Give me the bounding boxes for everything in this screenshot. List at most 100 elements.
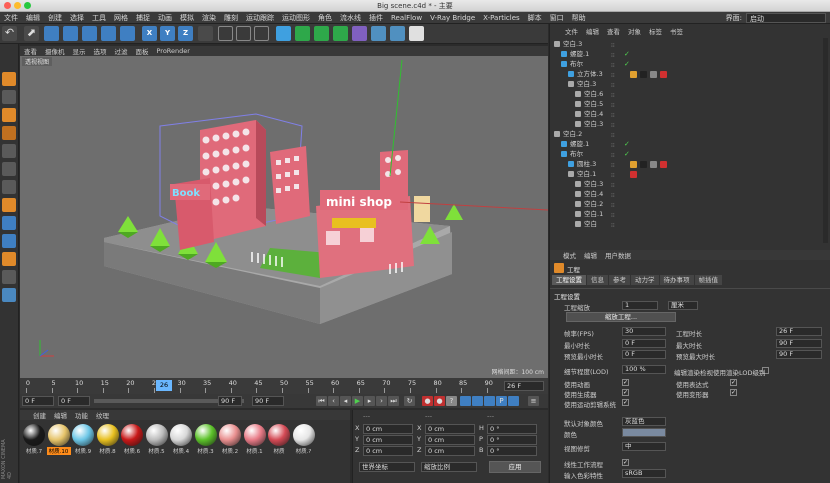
apply-button[interactable]: 应用 bbox=[489, 461, 541, 473]
key-rotation-icon[interactable] bbox=[484, 396, 495, 406]
attribute-menu-item[interactable]: 模式 bbox=[560, 250, 579, 260]
key-param-icon[interactable]: P bbox=[496, 396, 507, 406]
coord-value-field[interactable]: 0 cm bbox=[363, 435, 413, 445]
workplane-icon[interactable] bbox=[2, 126, 16, 140]
attribute-field[interactable]: 30 bbox=[622, 327, 666, 336]
menu-item[interactable]: RealFlow bbox=[387, 14, 426, 22]
visibility-dots[interactable]: ⁝⁝ bbox=[611, 131, 620, 139]
menu-item[interactable]: 创建 bbox=[44, 13, 66, 23]
coord-value-field[interactable]: 0 ° bbox=[487, 446, 537, 456]
sculpt-icon[interactable] bbox=[2, 288, 16, 302]
checkbox[interactable]: ✓ bbox=[730, 379, 737, 386]
attribute-menu-item[interactable]: 用户数据 bbox=[602, 250, 634, 260]
start-frame-field[interactable]: 0 F bbox=[22, 396, 54, 406]
attribute-tab[interactable]: 参考 bbox=[609, 275, 630, 285]
menu-item[interactable]: 流水线 bbox=[336, 13, 365, 23]
prev-frame-icon[interactable]: ◂ bbox=[340, 396, 351, 406]
enabled-check-icon[interactable]: ✓ bbox=[624, 140, 630, 149]
material-menu-item[interactable]: 功能 bbox=[72, 410, 91, 420]
object-menu-item[interactable]: 文件 bbox=[562, 26, 581, 36]
loop-icon[interactable]: ↻ bbox=[404, 396, 415, 406]
object-row[interactable]: 空白.2 ⁝⁝ bbox=[550, 200, 830, 209]
select-cursor-icon[interactable]: ⬈ bbox=[24, 26, 39, 41]
enabled-check-icon[interactable]: ✓ bbox=[624, 150, 630, 159]
coord-scale-dropdown[interactable]: 缩放比例 bbox=[421, 462, 477, 472]
viewport-menu-item[interactable]: 面板 bbox=[132, 46, 153, 56]
texture-mode-icon[interactable] bbox=[2, 108, 16, 122]
project-scale-field[interactable]: 1 bbox=[622, 301, 658, 310]
visibility-dots[interactable]: ⁝⁝ bbox=[611, 61, 620, 69]
material-swatch[interactable]: 材质 bbox=[267, 424, 291, 455]
coord-value-field[interactable]: 0 cm bbox=[425, 424, 475, 434]
menu-item[interactable]: 插件 bbox=[365, 13, 387, 23]
menu-item[interactable]: 运动跟踪 bbox=[242, 13, 278, 23]
object-row[interactable]: 螺旋.1 ⁝⁝ ✓ bbox=[550, 50, 830, 59]
camera-icon[interactable] bbox=[390, 26, 405, 41]
menu-item[interactable]: 工具 bbox=[88, 13, 110, 23]
material-swatch[interactable]: 材质.1 bbox=[243, 424, 267, 455]
checkbox[interactable]: ✓ bbox=[730, 389, 737, 396]
object-row[interactable]: 空白 ⁝⁝ bbox=[550, 220, 830, 229]
menu-item[interactable]: 窗口 bbox=[546, 13, 568, 23]
object-row[interactable]: 空白.4 ⁝⁝ bbox=[550, 110, 830, 119]
attribute-field[interactable]: 26 F bbox=[776, 327, 822, 336]
key-pla-icon[interactable] bbox=[508, 396, 519, 406]
timeline-current-frame[interactable]: 26 bbox=[156, 380, 172, 391]
attribute-tab[interactable]: 工程设置 bbox=[552, 275, 586, 285]
y-axis-icon[interactable]: Y bbox=[160, 26, 175, 41]
object-row[interactable]: 布尔 ⁝⁝ ✓ bbox=[550, 150, 830, 159]
tag-icon[interactable] bbox=[640, 161, 647, 168]
object-row[interactable]: 立方体.3 ⁝⁝ bbox=[550, 70, 830, 79]
preview-start-field[interactable]: 0 F bbox=[58, 396, 90, 406]
viewport-menu-item[interactable]: 显示 bbox=[69, 46, 90, 56]
object-row[interactable]: 布尔 ⁝⁝ ✓ bbox=[550, 60, 830, 69]
visibility-dots[interactable]: ⁝⁝ bbox=[611, 221, 620, 229]
undo-icon[interactable]: ↶ bbox=[2, 26, 17, 41]
material-swatch[interactable]: 材质.7 bbox=[22, 424, 46, 455]
array-icon[interactable] bbox=[333, 26, 348, 41]
attribute-tab[interactable]: 待办事项 bbox=[659, 275, 694, 285]
scale-tool-icon[interactable] bbox=[82, 26, 97, 41]
tag-icon[interactable] bbox=[630, 161, 637, 168]
menu-item[interactable]: 脚本 bbox=[524, 13, 546, 23]
checkbox[interactable]: ✓ bbox=[622, 389, 629, 396]
menu-item[interactable]: 捕捉 bbox=[132, 13, 154, 23]
tag-icon[interactable] bbox=[660, 161, 667, 168]
coordinate-system-icon[interactable] bbox=[198, 26, 213, 41]
view-clip-dropdown[interactable]: 中 bbox=[622, 442, 666, 451]
visibility-dots[interactable]: ⁝⁝ bbox=[611, 41, 620, 49]
linear-workflow-checkbox[interactable]: ✓ bbox=[622, 459, 629, 466]
auto-key-icon[interactable]: ● bbox=[434, 396, 445, 406]
visibility-dots[interactable]: ⁝⁝ bbox=[611, 211, 620, 219]
move-tool-icon[interactable] bbox=[63, 26, 78, 41]
material-swatch[interactable]: 材质.? bbox=[292, 424, 316, 455]
attribute-field[interactable]: 0 F bbox=[622, 339, 666, 348]
visibility-dots[interactable]: ⁝⁝ bbox=[611, 181, 620, 189]
visibility-dots[interactable]: ⁝⁝ bbox=[611, 201, 620, 209]
material-swatch[interactable]: 材质.10 bbox=[46, 424, 71, 455]
material-swatch[interactable]: 材质.5 bbox=[145, 424, 169, 455]
checkbox[interactable]: ✓ bbox=[622, 399, 629, 406]
current-frame-field[interactable]: 26 F bbox=[504, 381, 544, 391]
material-menu-item[interactable]: 纹理 bbox=[93, 410, 112, 420]
attribute-field[interactable]: 100 % bbox=[622, 365, 666, 374]
points-mode-icon[interactable] bbox=[2, 144, 16, 158]
visibility-dots[interactable]: ⁝⁝ bbox=[611, 51, 620, 59]
visibility-dots[interactable]: ⁝⁝ bbox=[611, 191, 620, 199]
tag-icon[interactable] bbox=[650, 161, 657, 168]
material-menu-item[interactable]: 编辑 bbox=[51, 410, 70, 420]
timeline-ruler[interactable]: 051015202530354045505560657075808590 bbox=[20, 378, 548, 394]
timeline[interactable]: 051015202530354045505560657075808590 26 … bbox=[20, 378, 548, 394]
color-swatch[interactable] bbox=[622, 428, 666, 437]
coord-system-dropdown[interactable]: 世界坐标 bbox=[359, 462, 415, 472]
object-row[interactable]: 空白.2 ⁝⁝ bbox=[550, 130, 830, 139]
object-row[interactable]: 空白.1 ⁝⁝ bbox=[550, 170, 830, 179]
checkbox[interactable]: ✓ bbox=[622, 379, 629, 386]
coord-value-field[interactable]: 0 ° bbox=[487, 424, 537, 434]
next-key-icon[interactable]: › bbox=[376, 396, 387, 406]
object-menu-item[interactable]: 标签 bbox=[646, 26, 665, 36]
input-color-dropdown[interactable]: sRGB bbox=[622, 469, 666, 478]
menu-item[interactable]: 角色 bbox=[314, 13, 336, 23]
material-swatch[interactable]: 材质.9 bbox=[71, 424, 95, 455]
visibility-dots[interactable]: ⁝⁝ bbox=[611, 121, 620, 129]
